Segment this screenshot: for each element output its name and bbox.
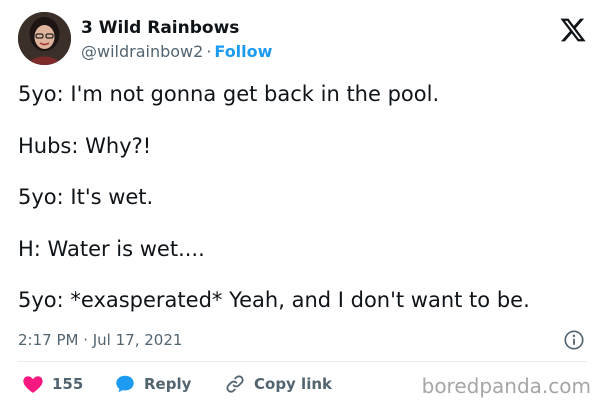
tweet-line-4: H: Water is wet.... — [18, 236, 205, 261]
watermark: boredpanda.com — [421, 374, 591, 398]
avatar-image — [18, 12, 71, 65]
like-count: 155 — [52, 375, 84, 393]
tweet-line-2: Hubs: Why?! — [18, 133, 152, 158]
tweet-actions: 155 Reply Copy link — [18, 372, 438, 398]
separator-dot: · — [206, 42, 212, 61]
tweet-line-1: 5yo: I'm not gonna get back in the pool. — [18, 82, 440, 106]
copy-link-button[interactable]: Copy link — [224, 372, 332, 396]
divider — [18, 361, 587, 362]
speech-bubble-icon — [116, 375, 134, 393]
like-button[interactable]: 155 — [22, 372, 83, 396]
heart-icon — [23, 376, 43, 393]
avatar[interactable] — [18, 12, 71, 65]
handle-line: @wildrainbow2 · Follow — [81, 42, 272, 61]
tweet-line-5: 5yo: *exasperated* Yeah, and I don't wan… — [18, 288, 530, 312]
info-icon[interactable] — [563, 329, 585, 351]
tweet-body: 5yo: I'm not gonna get back in the pool.… — [18, 82, 588, 340]
x-logo-icon[interactable] — [559, 16, 587, 44]
author-handle[interactable]: @wildrainbow2 — [81, 42, 203, 61]
author-name[interactable]: 3 Wild Rainbows — [81, 18, 239, 38]
reply-button[interactable]: Reply — [114, 372, 191, 396]
tweet-card: 3 Wild Rainbows @wildrainbow2 · Follow 5yo… — [0, 0, 605, 407]
tweet-timestamp[interactable]: 2:17 PM · Jul 17, 2021 — [18, 331, 182, 349]
tweet-header: 3 Wild Rainbows @wildrainbow2 · Follow — [18, 12, 591, 68]
copy-link-label: Copy link — [254, 375, 332, 393]
follow-button[interactable]: Follow — [214, 42, 272, 61]
reply-label: Reply — [144, 375, 192, 393]
link-icon — [226, 375, 244, 393]
tweet-line-3: 5yo: It's wet. — [18, 185, 154, 209]
